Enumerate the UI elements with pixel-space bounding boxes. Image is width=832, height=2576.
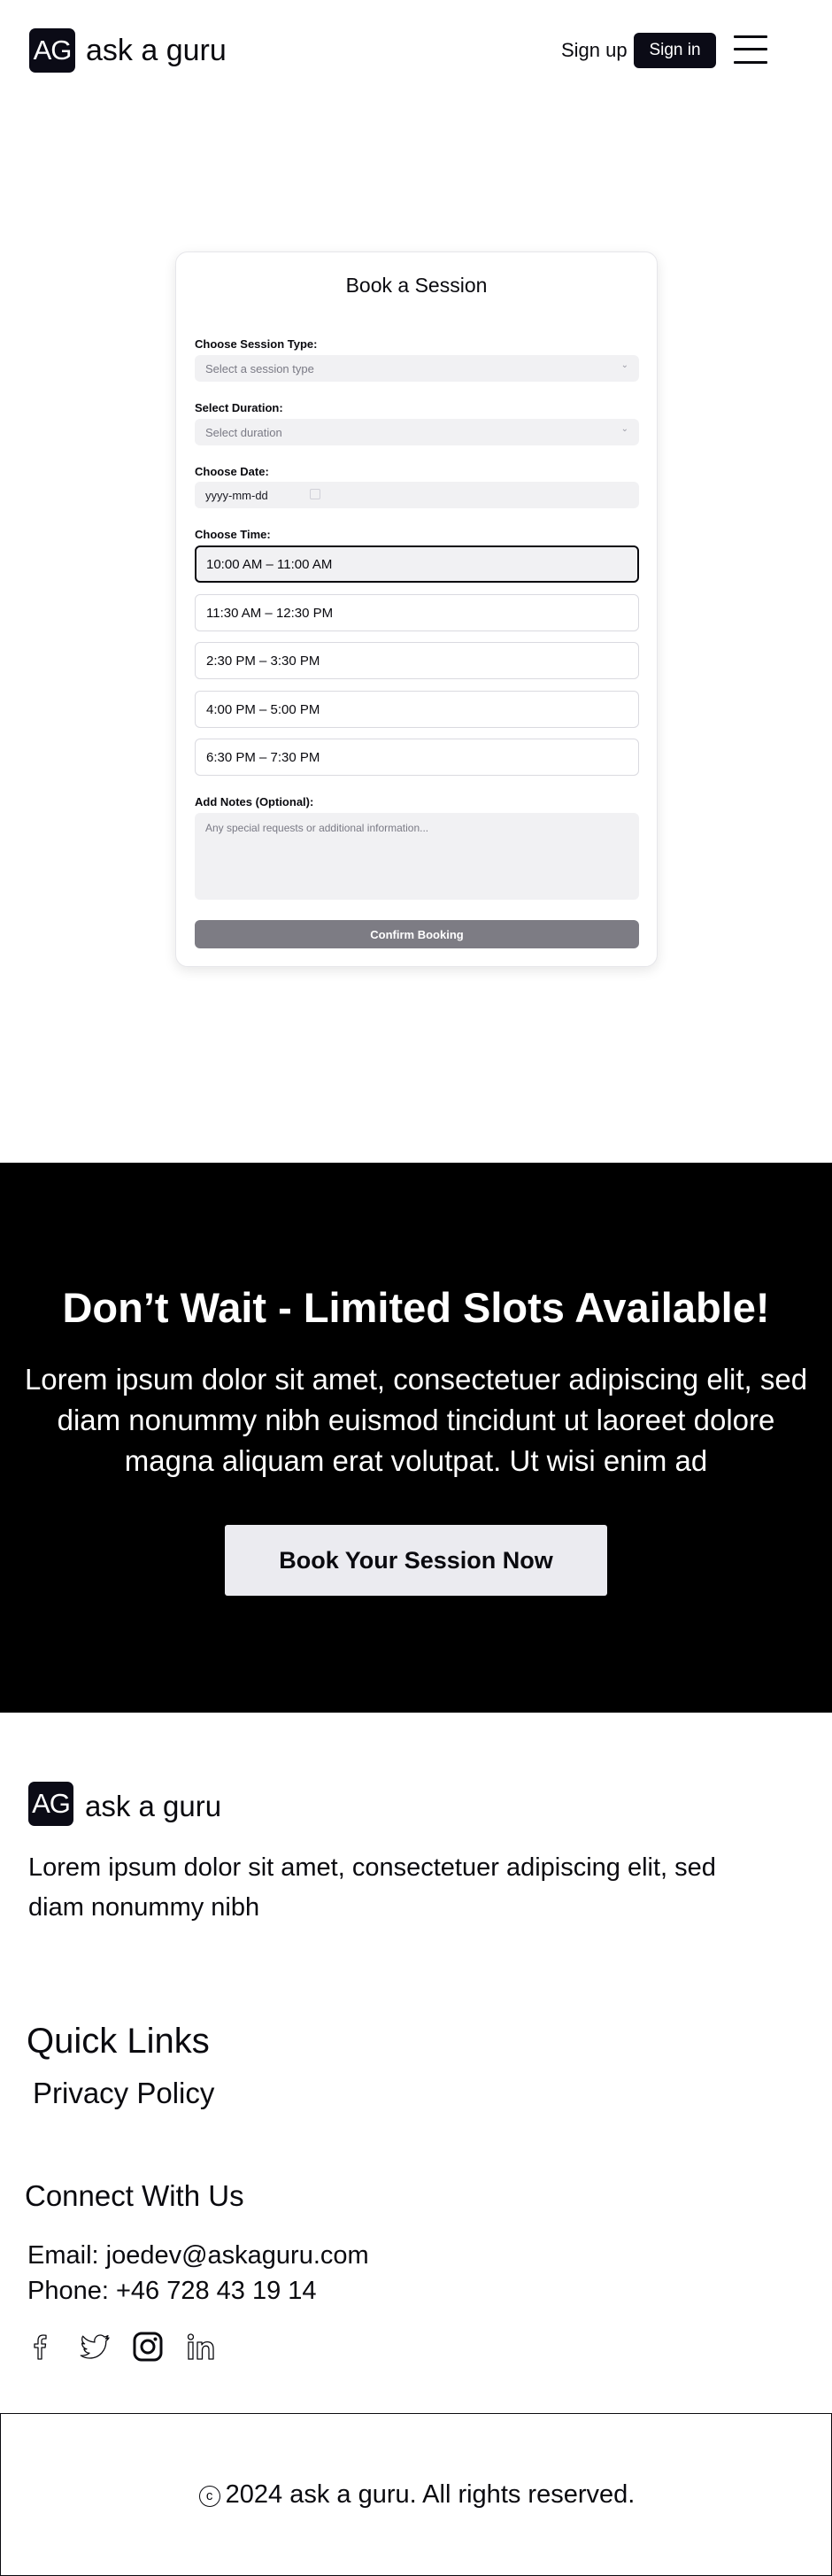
- date-placeholder: yyyy-mm-dd: [205, 489, 268, 502]
- connect-title: Connect With Us: [25, 2179, 244, 2212]
- contact-email[interactable]: Email: joedev@askaguru.com: [27, 2239, 369, 2272]
- date-label: Choose Date:: [195, 465, 269, 478]
- duration-placeholder: Select duration: [205, 426, 282, 439]
- contact-phone[interactable]: Phone: +46 728 43 19 14: [27, 2274, 317, 2308]
- quick-links-title: Quick Links: [27, 2022, 210, 2061]
- copyright-text: 2024 ask a guru. All rights reserved.: [225, 2480, 636, 2509]
- book-session-button[interactable]: Book Your Session Now: [225, 1525, 607, 1596]
- time-slot-text: 6:30 PM – 7:30 PM: [206, 750, 320, 765]
- footer-description: Lorem ipsum dolor sit amet, consectetuer…: [28, 1853, 716, 1922]
- facebook-icon[interactable]: [23, 2329, 58, 2364]
- time-slot-option[interactable]: 10:00 AM – 11:00 AM: [195, 545, 639, 583]
- site-header: AG ask a guru Sign up Sign in: [0, 0, 832, 102]
- brand-name[interactable]: ask a guru: [86, 32, 227, 69]
- time-slot-option[interactable]: 11:30 AM – 12:30 PM: [195, 594, 639, 631]
- instagram-icon[interactable]: [130, 2329, 166, 2364]
- linkedin-icon[interactable]: [183, 2329, 219, 2364]
- time-label: Choose Time:: [195, 528, 271, 541]
- time-slot-option[interactable]: 2:30 PM – 3:30 PM: [195, 642, 639, 679]
- twitter-icon[interactable]: [78, 2329, 113, 2364]
- time-slot-text: 2:30 PM – 3:30 PM: [206, 654, 320, 669]
- time-slot-text: 11:30 AM – 12:30 PM: [206, 606, 334, 621]
- cta-section: Don’t Wait - Limited Slots Available! Lo…: [0, 1163, 832, 1713]
- session-type-placeholder: Select a session type: [205, 362, 314, 375]
- copyright-icon: c: [198, 2486, 220, 2507]
- confirm-booking-button[interactable]: Confirm Booking: [195, 920, 639, 948]
- time-slot-option[interactable]: 4:00 PM – 5:00 PM: [195, 691, 639, 728]
- duration-select[interactable]: Select duration ⌄: [195, 419, 639, 445]
- logo-mark[interactable]: AG: [29, 28, 75, 73]
- time-slot-option[interactable]: 6:30 PM – 7:30 PM: [195, 739, 639, 776]
- footer-logo-mark[interactable]: AG: [28, 1782, 73, 1826]
- time-slot-text: 10:00 AM – 11:00 AM: [206, 557, 333, 572]
- booking-title: Book a Session: [345, 274, 488, 297]
- session-type-label: Choose Session Type:: [195, 337, 318, 351]
- calendar-icon[interactable]: [310, 489, 320, 499]
- date-input[interactable]: yyyy-mm-dd: [195, 482, 639, 508]
- booking-card: Book a Session Choose Session Type: Sele…: [175, 251, 658, 967]
- notes-label: Add Notes (Optional):: [195, 795, 314, 808]
- chevron-down-icon: ⌄: [620, 360, 628, 370]
- copyright-bar: c 2024 ask a guru. All rights reserved.: [0, 2413, 832, 2576]
- time-slot-text: 4:00 PM – 5:00 PM: [206, 702, 320, 717]
- hamburger-menu-icon[interactable]: [734, 34, 767, 66]
- signin-button[interactable]: Sign in: [634, 33, 716, 68]
- copyright-line: c 2024 ask a guru. All rights reserved.: [1, 2478, 832, 2511]
- chevron-down-icon: ⌄: [620, 424, 628, 434]
- footer-brand-name[interactable]: ask a guru: [85, 1789, 221, 1824]
- signup-link[interactable]: Sign up: [561, 37, 628, 64]
- cta-text: Lorem ipsum dolor sit amet, consectetuer…: [24, 1363, 808, 1477]
- notes-textarea[interactable]: Any special requests or additional infor…: [195, 813, 639, 900]
- duration-label: Select Duration:: [195, 401, 283, 414]
- notes-placeholder: Any special requests or additional infor…: [205, 822, 429, 834]
- cta-title: Don’t Wait - Limited Slots Available!: [62, 1284, 770, 1331]
- session-type-select[interactable]: Select a session type ⌄: [195, 355, 639, 382]
- privacy-policy-link[interactable]: Privacy Policy: [33, 2075, 214, 2112]
